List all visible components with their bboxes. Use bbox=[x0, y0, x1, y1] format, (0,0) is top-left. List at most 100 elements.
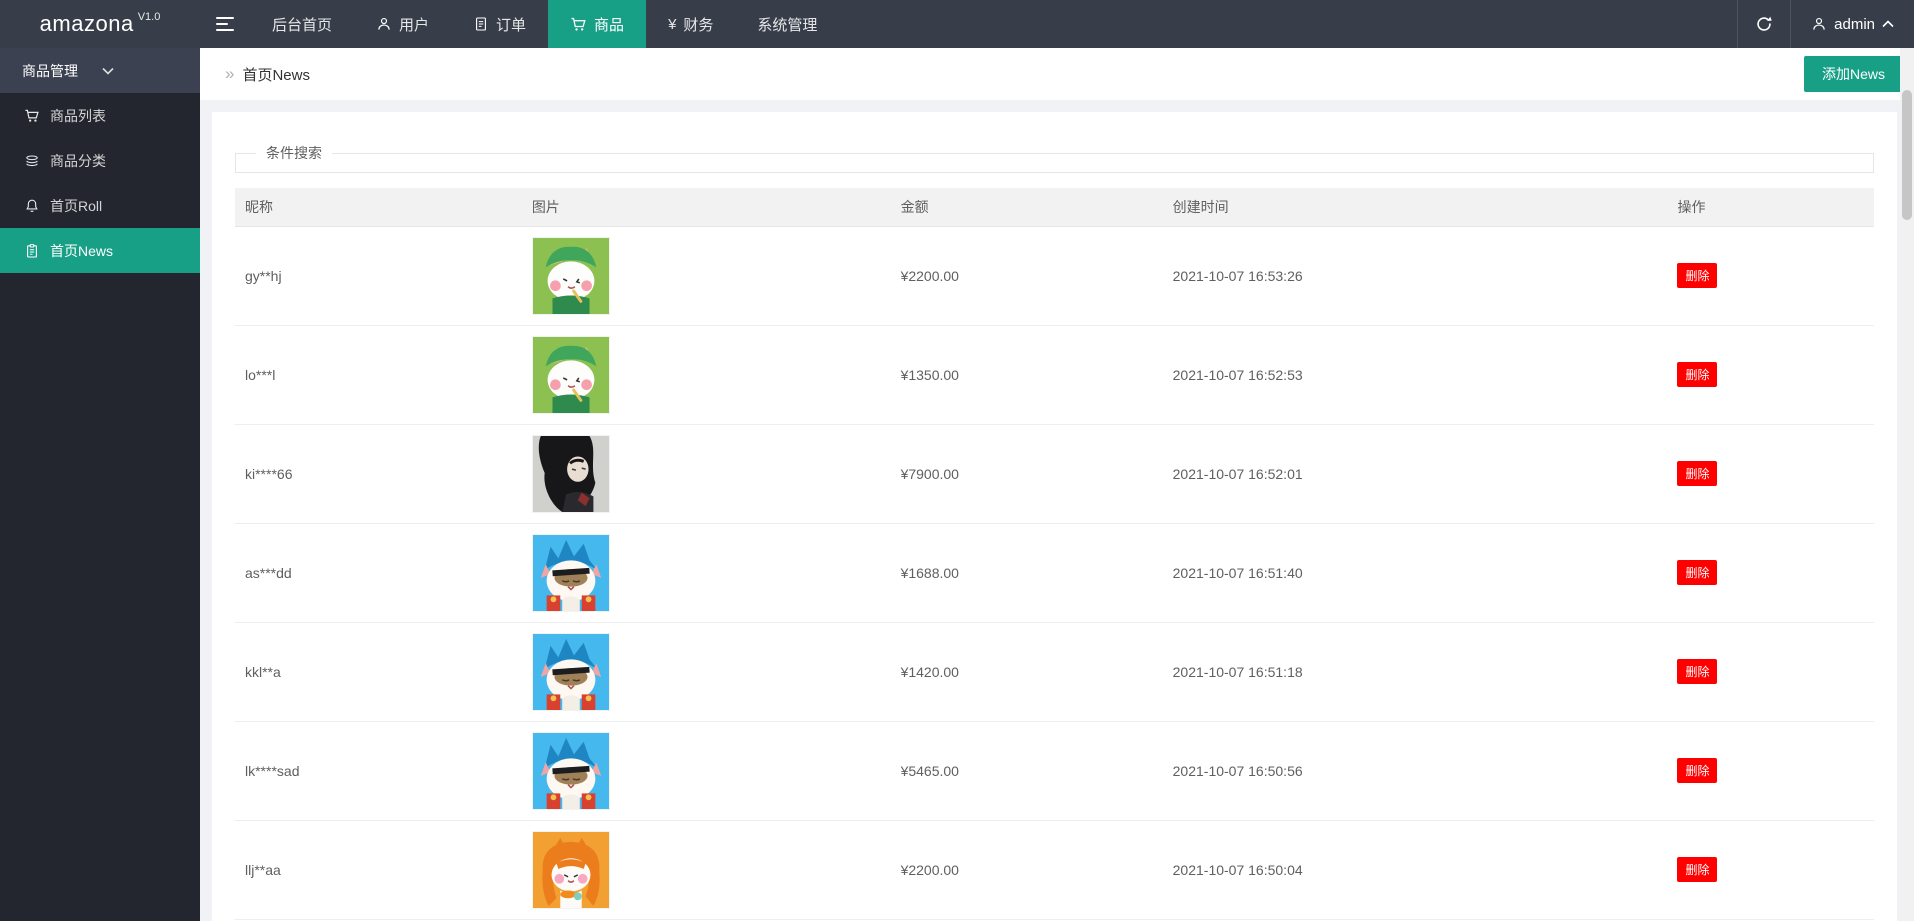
nickname: llj**aa bbox=[245, 862, 281, 878]
nav-item-label: 系统管理 bbox=[757, 14, 817, 35]
table-row: lo***l ¥1350.00 2021-10-07 16:52:53 删除 bbox=[235, 325, 1874, 424]
delete-button[interactable]: 删除 bbox=[1677, 362, 1717, 387]
nav-item-orders[interactable]: 订单 bbox=[451, 0, 548, 48]
table-row: lk****sad ¥5465.00 2021-10-07 16:50:56 删… bbox=[235, 721, 1874, 820]
nav-item-label: 订单 bbox=[496, 14, 526, 35]
col-actions: 操作 bbox=[1667, 188, 1874, 226]
app-logo: amazona V1.0 bbox=[0, 0, 200, 48]
nav-item-label: 财务 bbox=[683, 14, 713, 35]
image-cell bbox=[522, 622, 891, 721]
nav-item-label: 后台首页 bbox=[272, 14, 332, 35]
sidebar-item-goods-list[interactable]: 商品列表 bbox=[0, 93, 200, 138]
image-cell bbox=[522, 523, 891, 622]
username: admin bbox=[1834, 16, 1875, 33]
avatar-image bbox=[532, 534, 610, 612]
nickname-cell: lk****sad bbox=[235, 721, 522, 820]
clipboard-icon bbox=[24, 243, 40, 259]
add-news-button[interactable]: 添加News bbox=[1804, 56, 1903, 92]
created-cell: 2021-10-07 16:51:18 bbox=[1163, 622, 1668, 721]
nickname-cell: llj**aa bbox=[235, 820, 522, 919]
refresh-button[interactable] bbox=[1737, 0, 1791, 48]
nickname: ki****66 bbox=[245, 466, 292, 482]
delete-button[interactable]: 删除 bbox=[1677, 461, 1717, 486]
scrollbar-thumb[interactable] bbox=[1902, 90, 1912, 220]
breadcrumb-label: 首页News bbox=[242, 64, 310, 85]
sidebar-item-label: 首页News bbox=[50, 241, 113, 261]
sidebar-item-home-news[interactable]: 首页News bbox=[0, 228, 200, 273]
sidebar-group-label: 商品管理 bbox=[22, 61, 102, 81]
created-time: 2021-10-07 16:53:26 bbox=[1173, 268, 1303, 284]
sidebar-group-goods[interactable]: 商品管理 bbox=[0, 48, 200, 93]
delete-button[interactable]: 删除 bbox=[1677, 560, 1717, 585]
col-amount: 金额 bbox=[891, 188, 1163, 226]
breadcrumb: » 首页News bbox=[225, 64, 310, 85]
layers-icon bbox=[24, 153, 40, 169]
nickname-cell: ki****66 bbox=[235, 424, 522, 523]
created-cell: 2021-10-07 16:50:04 bbox=[1163, 820, 1668, 919]
table-row: as***dd ¥1688.00 2021-10-07 16:51:40 删除 bbox=[235, 523, 1874, 622]
refresh-icon bbox=[1755, 15, 1773, 33]
delete-button[interactable]: 删除 bbox=[1677, 659, 1717, 684]
amount-cell: ¥1350.00 bbox=[891, 325, 1163, 424]
document-icon bbox=[473, 16, 489, 32]
sidebar-collapse-icon[interactable] bbox=[200, 0, 250, 48]
amount: ¥2200.00 bbox=[901, 268, 959, 284]
nav-item-dashboard[interactable]: 后台首页 bbox=[250, 0, 354, 48]
cart-icon bbox=[570, 16, 587, 33]
bell-icon bbox=[24, 198, 40, 214]
image-cell bbox=[522, 721, 891, 820]
chevron-down-icon bbox=[102, 67, 182, 75]
action-cell: 删除 bbox=[1667, 523, 1874, 622]
image-cell bbox=[522, 226, 891, 325]
main-nav: 后台首页 用户 订单 商品 ¥ 财务 系统管理 bbox=[250, 0, 839, 48]
amount-cell: ¥2200.00 bbox=[891, 226, 1163, 325]
created-time: 2021-10-07 16:51:40 bbox=[1173, 565, 1303, 581]
delete-button[interactable]: 删除 bbox=[1677, 758, 1717, 783]
amount: ¥5465.00 bbox=[901, 763, 959, 779]
action-cell: 删除 bbox=[1667, 226, 1874, 325]
delete-button[interactable]: 删除 bbox=[1677, 263, 1717, 288]
created-cell: 2021-10-07 16:50:56 bbox=[1163, 721, 1668, 820]
nickname-cell: lo***l bbox=[235, 325, 522, 424]
action-cell: 删除 bbox=[1667, 820, 1874, 919]
avatar-image bbox=[532, 336, 610, 414]
nav-item-goods[interactable]: 商品 bbox=[548, 0, 646, 48]
sidebar-item-goods-category[interactable]: 商品分类 bbox=[0, 138, 200, 183]
amount: ¥1350.00 bbox=[901, 367, 959, 383]
sidebar-item-home-roll[interactable]: 首页Roll bbox=[0, 183, 200, 228]
user-menu[interactable]: admin bbox=[1791, 0, 1914, 48]
nickname: gy**hj bbox=[245, 268, 282, 284]
nickname: lo***l bbox=[245, 367, 275, 383]
created-time: 2021-10-07 16:52:01 bbox=[1173, 466, 1303, 482]
image-cell bbox=[522, 325, 891, 424]
sidebar-item-label: 商品列表 bbox=[50, 106, 106, 126]
nickname: lk****sad bbox=[245, 763, 299, 779]
amount-cell: ¥2200.00 bbox=[891, 820, 1163, 919]
sidebar-item-label: 商品分类 bbox=[50, 151, 106, 171]
app-version: V1.0 bbox=[138, 11, 161, 23]
table-header-row: 昵称 图片 金额 创建时间 操作 bbox=[235, 188, 1874, 226]
news-table: 昵称 图片 金额 创建时间 操作 gy**hj ¥2200.00 2021-10… bbox=[235, 188, 1874, 920]
created-cell: 2021-10-07 16:52:01 bbox=[1163, 424, 1668, 523]
action-cell: 删除 bbox=[1667, 622, 1874, 721]
amount-cell: ¥1420.00 bbox=[891, 622, 1163, 721]
vertical-scrollbar[interactable] bbox=[1900, 48, 1914, 921]
nickname-cell: as***dd bbox=[235, 523, 522, 622]
image-cell bbox=[522, 424, 891, 523]
amount-cell: ¥7900.00 bbox=[891, 424, 1163, 523]
avatar-image bbox=[532, 237, 610, 315]
user-icon bbox=[376, 16, 392, 32]
nav-item-users[interactable]: 用户 bbox=[354, 0, 451, 48]
amount-cell: ¥5465.00 bbox=[891, 721, 1163, 820]
cart-icon bbox=[24, 108, 40, 124]
nav-item-system[interactable]: 系统管理 bbox=[735, 0, 839, 48]
amount: ¥1420.00 bbox=[901, 664, 959, 680]
action-cell: 删除 bbox=[1667, 721, 1874, 820]
amount: ¥2200.00 bbox=[901, 862, 959, 878]
sidebar-item-label: 首页Roll bbox=[50, 196, 102, 216]
created-time: 2021-10-07 16:50:56 bbox=[1173, 763, 1303, 779]
user-icon bbox=[1811, 16, 1827, 32]
nav-item-finance[interactable]: ¥ 财务 bbox=[646, 0, 735, 48]
top-navbar: amazona V1.0 后台首页 用户 订单 商品 ¥ 财务 bbox=[0, 0, 1914, 48]
delete-button[interactable]: 删除 bbox=[1677, 857, 1717, 882]
